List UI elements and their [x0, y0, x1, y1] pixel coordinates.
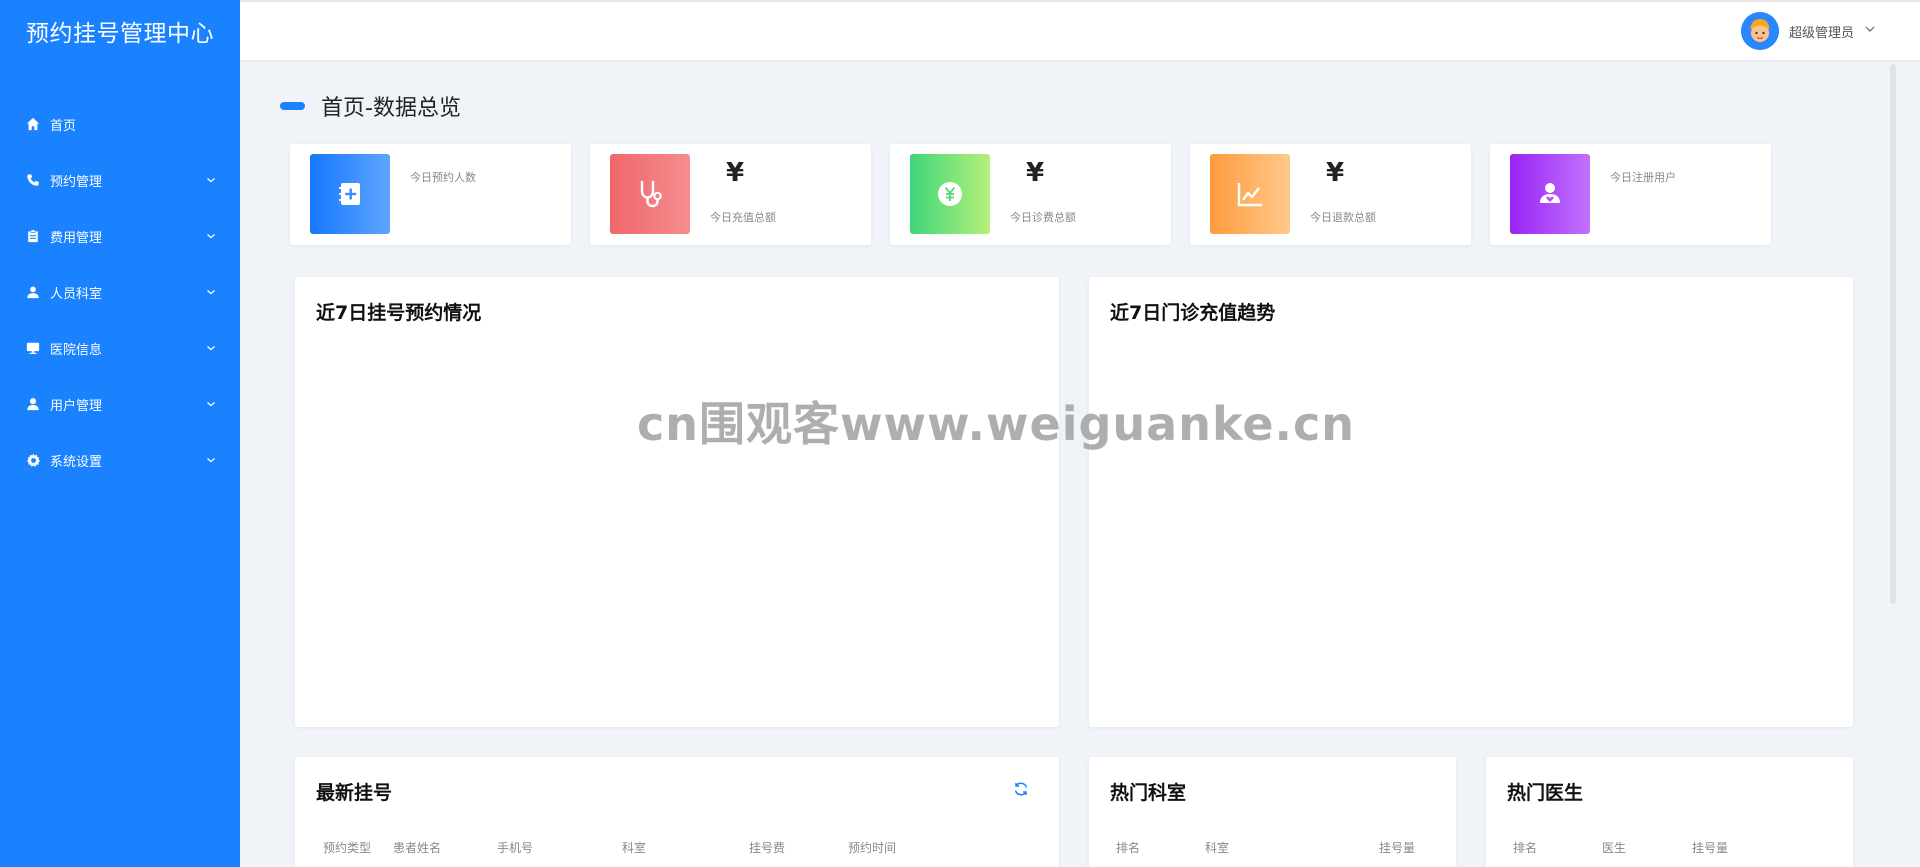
- hot-doctors-panel: 热门医生 排名 医生 挂号量: [1486, 757, 1853, 867]
- chevron-down-icon: [204, 285, 218, 299]
- column-header: 科室: [622, 841, 647, 855]
- stat-label: 今日充值总额: [710, 211, 776, 224]
- stat-card-today-refund: ¥ 今日退款总额: [1190, 144, 1471, 245]
- sidebar-item-users[interactable]: 用户管理: [0, 376, 240, 432]
- column-header: 挂号量: [1692, 841, 1729, 855]
- sidebar: 预约挂号管理中心 首页 预约管理 费用管理 人员科室 医院信息 用户管理 系统设…: [0, 0, 240, 867]
- sidebar-item-label: 费用管理: [50, 230, 103, 246]
- scrollbar[interactable]: [1890, 64, 1896, 604]
- watermark: cn围观客www.weiguanke.cn: [637, 397, 1356, 451]
- sidebar-item-system-settings[interactable]: 系统设置: [0, 432, 240, 488]
- sidebar-item-label: 用户管理: [50, 398, 103, 414]
- stat-label: 今日退款总额: [1310, 211, 1376, 224]
- sidebar-item-label: 人员科室: [50, 286, 103, 302]
- chevron-down-icon: [204, 173, 218, 187]
- column-header: 挂号费: [749, 841, 786, 855]
- title-accent-bar: [280, 102, 305, 110]
- chevron-down-icon: [204, 341, 218, 355]
- stat-card-today-recharge: ¥ 今日充值总额: [590, 144, 871, 245]
- chevron-down-icon: [1864, 23, 1876, 39]
- line-chart-icon: [1210, 154, 1290, 234]
- sidebar-item-label: 预约管理: [50, 174, 103, 190]
- sidebar-item-label: 系统设置: [50, 454, 103, 470]
- yen-coin-icon: [910, 154, 990, 234]
- stat-card-today-appointments: 今日预约人数: [290, 144, 571, 245]
- sidebar-item-hospital-info[interactable]: 医院信息: [0, 320, 240, 376]
- stat-card-today-registered-users: 今日注册用户: [1490, 144, 1771, 245]
- clipboard-icon: [24, 227, 42, 245]
- chevron-down-icon: [204, 453, 218, 467]
- avatar: [1740, 12, 1779, 50]
- monitor-icon: [24, 339, 42, 357]
- stat-card-today-consultation: ¥ 今日诊费总额: [890, 144, 1171, 245]
- sidebar-item-home[interactable]: 首页: [0, 96, 240, 152]
- chevron-down-icon: [204, 229, 218, 243]
- user-icon: [24, 395, 42, 413]
- column-header: 排名: [1513, 841, 1538, 855]
- stat-label: 今日诊费总额: [1010, 211, 1076, 224]
- brand-title: 预约挂号管理中心: [26, 21, 214, 47]
- stethoscope-icon: [610, 154, 690, 234]
- appointments-chart-panel: 近7日挂号预约情况: [295, 277, 1059, 727]
- stat-value: ¥: [726, 158, 745, 188]
- column-header: 预约时间: [848, 841, 897, 855]
- page-title: 首页-数据总览: [321, 96, 461, 121]
- column-header: 排名: [1116, 841, 1141, 855]
- page-title-row: 首页-数据总览: [280, 90, 461, 122]
- hot-departments-panel: 热门科室 排名 科室 挂号量: [1089, 757, 1456, 867]
- panel-title: 热门医生: [1507, 782, 1584, 804]
- panel-title: 近7日门诊充值趋势: [1110, 302, 1276, 324]
- stat-label: 今日注册用户: [1610, 171, 1676, 184]
- refresh-icon[interactable]: [1011, 779, 1031, 799]
- top-header: 超级管理员: [240, 0, 1920, 60]
- panel-title: 近7日挂号预约情况: [316, 302, 482, 324]
- user-name: 超级管理员: [1788, 25, 1854, 41]
- phone-icon: [24, 171, 42, 189]
- column-header: 科室: [1205, 841, 1230, 855]
- latest-registrations-panel: 最新挂号 预约类型 患者姓名 手机号 科室 挂号费 预约时间: [295, 757, 1059, 867]
- gear-icon: [24, 451, 42, 469]
- sidebar-item-label: 首页: [50, 118, 77, 134]
- person-heart-icon: [1510, 154, 1590, 234]
- sidebar-item-fees[interactable]: 费用管理: [0, 208, 240, 264]
- chevron-down-icon: [204, 397, 218, 411]
- sidebar-item-appointments[interactable]: 预约管理: [0, 152, 240, 208]
- person-icon: [24, 283, 42, 301]
- stat-value: ¥: [1026, 158, 1045, 188]
- user-menu[interactable]: 超级管理员: [1740, 12, 1876, 50]
- sidebar-item-label: 医院信息: [50, 342, 103, 358]
- stat-label: 今日预约人数: [410, 171, 476, 184]
- home-icon: [24, 115, 42, 133]
- sidebar-menu: 首页 预约管理 费用管理 人员科室 医院信息 用户管理 系统设置: [0, 96, 240, 488]
- panel-title: 最新挂号: [316, 782, 393, 804]
- column-header: 手机号: [497, 841, 534, 855]
- column-header: 患者姓名: [393, 841, 442, 855]
- recharge-chart-panel: 近7日门诊充值趋势: [1089, 277, 1853, 727]
- column-header: 预约类型: [323, 841, 372, 855]
- column-header: 医生: [1602, 841, 1627, 855]
- appointment-book-icon: [310, 154, 390, 234]
- column-header: 挂号量: [1379, 841, 1416, 855]
- panel-title: 热门科室: [1110, 782, 1187, 804]
- sidebar-item-staff-departments[interactable]: 人员科室: [0, 264, 240, 320]
- stat-value: ¥: [1326, 158, 1345, 188]
